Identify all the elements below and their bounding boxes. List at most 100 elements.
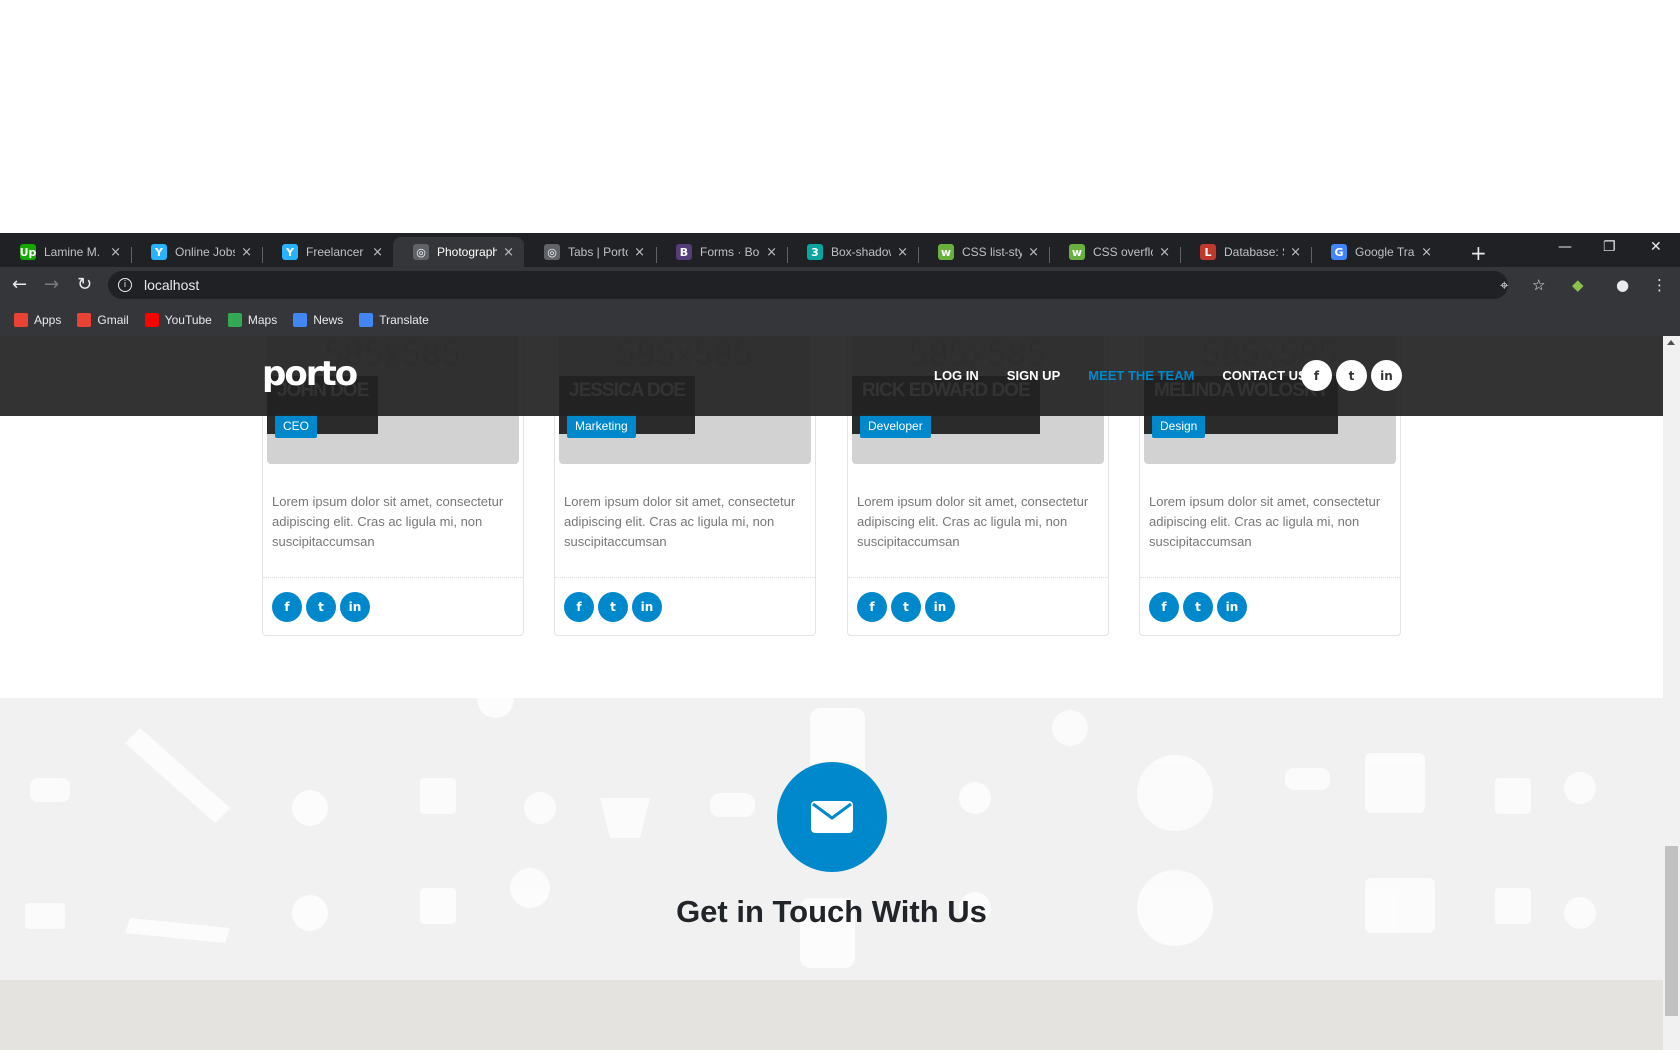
facebook-icon[interactable]: f [1149,592,1179,622]
facebook-icon[interactable]: f [857,592,887,622]
tab-close-icon[interactable]: × [897,245,908,260]
maps-icon [227,312,242,327]
bookmark-label: Apps [34,312,62,327]
card-divider [555,577,815,578]
tab-close-icon[interactable]: × [503,245,514,260]
logo[interactable]: porto [262,354,358,394]
member-social-links: f t in [272,592,370,622]
youtube-icon [144,312,159,327]
member-social-links: f t in [857,592,955,622]
twitter-icon[interactable]: t [306,592,336,622]
tab-close-icon[interactable]: × [1290,245,1301,260]
nav-link[interactable]: SIGN UP [1007,368,1060,383]
browser-tab[interactable]: G Google Tran × [1311,237,1442,267]
twitter-icon[interactable]: t [1336,360,1367,391]
tab-title: Forms · Boot [700,245,760,259]
tab-favicon-icon: G [1331,244,1347,260]
bookmark-youtube[interactable]: YouTube [144,312,212,327]
member-social-links: f t in [1149,592,1247,622]
profile-icon[interactable]: ● [1616,276,1629,294]
info-icon[interactable]: i [118,278,132,292]
bookmarks-bar: Apps Gmail YouTube Maps News Translate [0,303,1680,336]
tab-separator [131,247,132,263]
bookmark-label: Maps [247,312,278,327]
browser-tab[interactable]: 3 Box-shadow × [787,237,918,267]
nav-link[interactable]: CONTACT US [1222,368,1306,383]
reload-button[interactable]: ↻ [77,274,92,295]
linkedin-icon[interactable]: in [925,592,955,622]
linkedin-icon[interactable]: in [1371,360,1402,391]
facebook-icon[interactable]: f [1301,360,1332,391]
tab-title: Lamine M. - [44,245,105,259]
browser-tab[interactable]: ◎ Photography × [393,237,524,267]
tab-title: Photography [437,245,498,259]
browser-tab[interactable]: Y Freelancer × [262,237,393,267]
tab-favicon-icon: L [1200,244,1216,260]
menu-icon[interactable]: ⋮ [1652,276,1667,294]
browser-tab[interactable]: w CSS list-style × [918,237,1049,267]
facebook-icon[interactable]: f [564,592,594,622]
tab-close-icon[interactable]: × [1159,245,1170,260]
role-badge: CEO [275,414,318,438]
nav-link[interactable]: LOG IN [934,368,979,383]
close-window-button[interactable]: ✕ [1650,239,1662,255]
tab-separator [787,247,788,263]
envelope-glyph [811,801,853,833]
bookmark-maps[interactable]: Maps [227,312,278,327]
twitter-icon[interactable]: t [891,592,921,622]
linkedin-icon[interactable]: in [1217,592,1247,622]
bookmark-apps[interactable]: Apps [14,312,62,327]
role-badge: Design [1152,414,1206,438]
bookmark-translate[interactable]: Translate [359,312,429,327]
bookmark-star-icon[interactable]: ☆ [1532,276,1545,294]
tab-favicon-icon: w [1069,244,1085,260]
tab-title: Box-shadow [831,245,892,259]
browser-tab[interactable]: ◎ Tabs | Porto × [524,237,655,267]
back-button[interactable]: ← [12,274,27,295]
twitter-icon[interactable]: t [598,592,628,622]
scroll-up-arrow[interactable] [1667,340,1675,345]
tab-favicon-icon: Y [151,244,167,260]
tab-close-icon[interactable]: × [634,245,645,260]
browser-tab[interactable]: B Forms · Boot × [656,237,787,267]
new-tab-button[interactable]: + [1470,241,1487,265]
browser-toolbar: ← → ↻ i localhost ⌖ ☆ ◆ ● ⋮ [0,267,1680,303]
tab-separator [918,247,919,263]
page-scrollbar[interactable] [1663,336,1680,1050]
browser-tab[interactable]: L Database: Se × [1180,237,1311,267]
tab-favicon-icon: ◎ [544,244,560,260]
tab-title: CSS overflow [1093,245,1153,259]
browser-tab[interactable]: Up Lamine M. - × [0,237,131,267]
forward-button[interactable]: → [44,274,59,295]
translate-page-icon[interactable]: ⌖ [1500,276,1508,294]
linkedin-icon[interactable]: in [340,592,370,622]
facebook-icon[interactable]: f [272,592,302,622]
tab-close-icon[interactable]: × [1421,245,1432,260]
tab-favicon-icon: w [938,244,954,260]
extension-icon[interactable]: ◆ [1572,276,1584,294]
site-header: porto LOG IN SIGN UP MEET THE TEAM CONTACT … [0,336,1663,416]
restore-button[interactable]: ❐ [1603,239,1616,255]
scroll-thumb[interactable] [1665,846,1678,1016]
tab-close-icon[interactable]: × [766,245,777,260]
tab-close-icon[interactable]: × [1028,245,1039,260]
card-divider [263,577,523,578]
bookmark-label: Gmail [97,312,129,327]
browser-tab[interactable]: Y Online Jobs | × [131,237,262,267]
minimize-button[interactable]: — [1558,239,1572,255]
tab-close-icon[interactable]: × [110,245,121,260]
address-bar[interactable]: i localhost [108,271,1508,299]
tab-favicon-icon: B [676,244,692,260]
bookmark-news[interactable]: News [293,312,343,327]
tab-close-icon[interactable]: × [372,245,383,260]
tab-close-icon[interactable]: × [241,245,252,260]
tab-favicon-icon: 3 [807,244,823,260]
browser-tab[interactable]: w CSS overflow × [1049,237,1180,267]
gmail-icon [77,312,92,327]
twitter-icon[interactable]: t [1183,592,1213,622]
page-viewport: 585x585JOHN DOECEOLorem ipsum dolor sit … [0,336,1680,1050]
bookmark-gmail[interactable]: Gmail [77,312,129,327]
footer-strip [0,980,1663,1050]
linkedin-icon[interactable]: in [632,592,662,622]
nav-link[interactable]: MEET THE TEAM [1088,368,1194,383]
